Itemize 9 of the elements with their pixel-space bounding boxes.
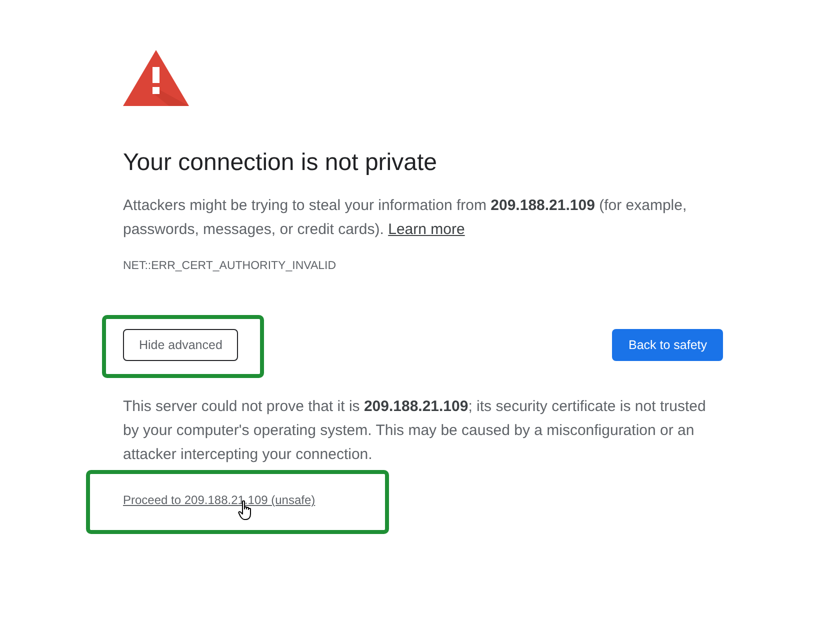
advanced-toggle-button[interactable]: Hide advanced xyxy=(123,329,238,361)
warning-message: Attackers might be trying to steal your information from 209.188.21.109 (for example, passwords, messages, or credit cards). Learn more xyxy=(123,196,688,240)
warning-icon xyxy=(123,50,189,106)
proceed-link[interactable]: Proceed to 209.188.21.109 (unsafe) xyxy=(123,492,316,508)
learn-more-link[interactable]: Learn more xyxy=(388,221,465,238)
back-button[interactable]: Back to safety xyxy=(612,328,723,360)
error-code: NET::ERR_CERT_AUTHORITY_INVALID xyxy=(123,259,338,274)
details-message: This server could not prove that it is 209.188.21.109; its security certificate is not trusted by your computer's operating system. This may be caused by a misconfiguration or an attacker intercepting your connection. xyxy=(123,397,707,465)
page-heading: Your connection is not private xyxy=(123,148,438,178)
